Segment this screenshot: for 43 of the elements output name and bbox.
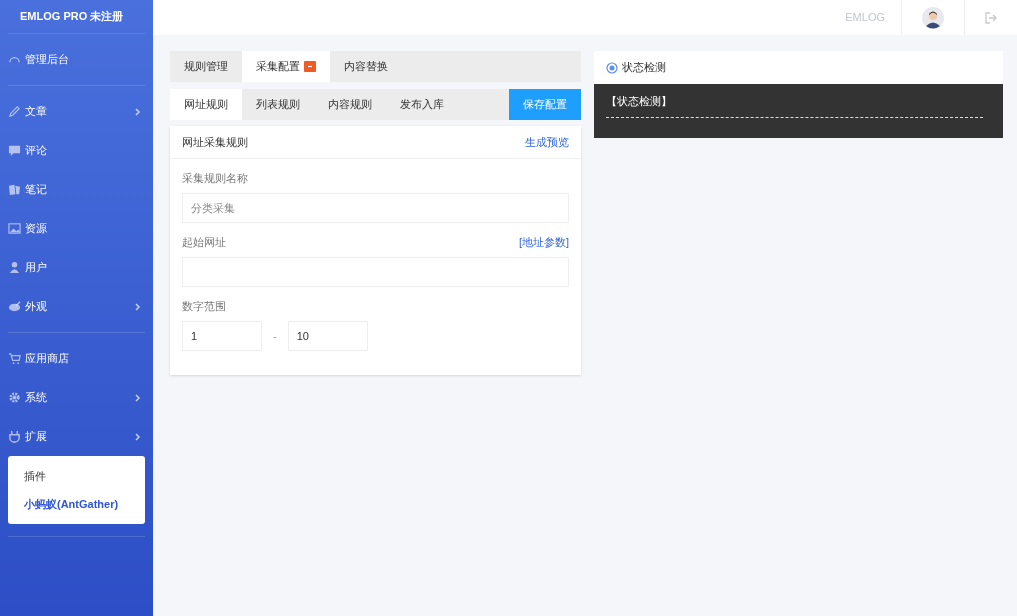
- sidebar-item[interactable]: 用户: [0, 248, 153, 287]
- sidebar-item[interactable]: 外观: [0, 287, 153, 326]
- radio-icon: [606, 61, 618, 74]
- comment-icon: [8, 144, 21, 157]
- badge-icon: [304, 61, 316, 72]
- sidebar-item[interactable]: 笔记: [0, 170, 153, 209]
- range-from-field[interactable]: 1: [182, 321, 262, 351]
- card-title: 网址采集规则: [182, 134, 248, 150]
- cart-icon: [8, 352, 21, 365]
- notes-icon: [8, 183, 21, 196]
- sidebar-item[interactable]: 扩展: [0, 417, 153, 456]
- tab[interactable]: 采集配置: [242, 51, 330, 82]
- chevron-icon: [135, 107, 141, 116]
- text-field[interactable]: 分类采集: [182, 193, 569, 223]
- sidebar-item[interactable]: 资源: [0, 209, 153, 248]
- field-label: 起始网址: [182, 234, 226, 250]
- sidebar-item[interactable]: 文章: [0, 92, 153, 131]
- logout-icon[interactable]: [985, 11, 997, 24]
- chevron-icon: [135, 432, 141, 441]
- sidebar-item[interactable]: 管理后台: [0, 40, 153, 79]
- submenu-item[interactable]: 插件: [8, 462, 145, 490]
- pencil-icon: [8, 105, 21, 118]
- range-separator: -: [272, 328, 278, 344]
- preview-link[interactable]: 生成预览: [525, 133, 569, 151]
- image-icon: [8, 222, 21, 235]
- chevron-icon: [135, 302, 141, 311]
- avatar-icon[interactable]: [922, 6, 944, 29]
- sidebar-item[interactable]: 评论: [0, 131, 153, 170]
- user-icon: [8, 261, 21, 274]
- sub-tab[interactable]: 网址规则: [170, 89, 242, 120]
- panel-title: 状态检测: [622, 60, 666, 76]
- sidebar-item[interactable]: 应用商店: [0, 339, 153, 378]
- console-text: 【状态检测】: [606, 94, 673, 109]
- params-link[interactable]: [地址参数]: [518, 233, 569, 251]
- field-label: 数字范围: [182, 298, 226, 314]
- field-label: 采集规则名称: [182, 170, 248, 186]
- range-to-field[interactable]: 10: [287, 321, 368, 351]
- sidebar-item[interactable]: 系统: [0, 378, 153, 417]
- submenu-item[interactable]: 小蚂蚁(AntGather): [8, 490, 145, 518]
- chevron-icon: [135, 393, 141, 402]
- plug-icon: [8, 430, 21, 443]
- brand-title: EMLOG PRO 未注册: [20, 9, 124, 25]
- gear-icon: [8, 391, 21, 404]
